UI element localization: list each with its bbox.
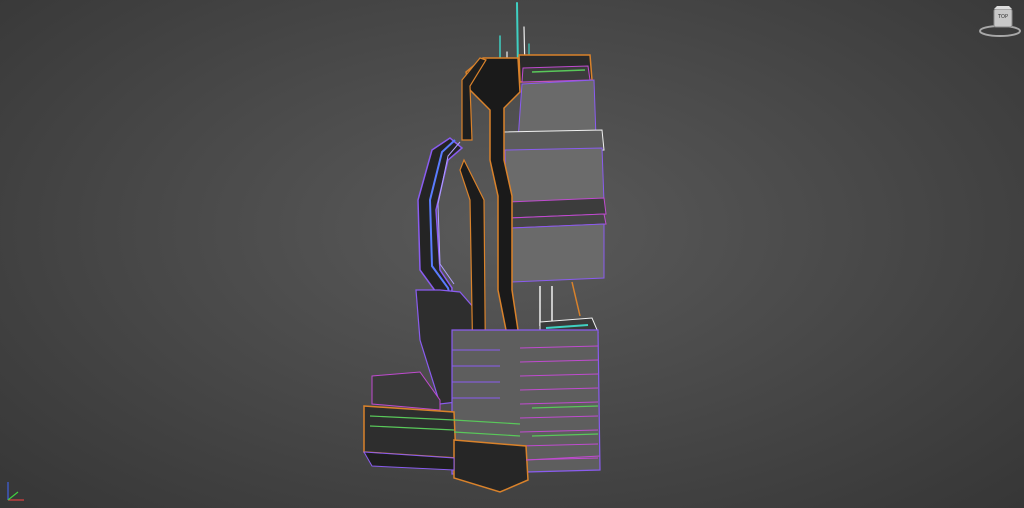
3d-viewport[interactable] (0, 0, 1024, 508)
roof-deck[interactable] (518, 54, 593, 83)
axis-tripod-icon (7, 482, 24, 501)
viewcube-icon[interactable] (976, 4, 1024, 40)
upper-tower-block[interactable] (499, 79, 607, 283)
